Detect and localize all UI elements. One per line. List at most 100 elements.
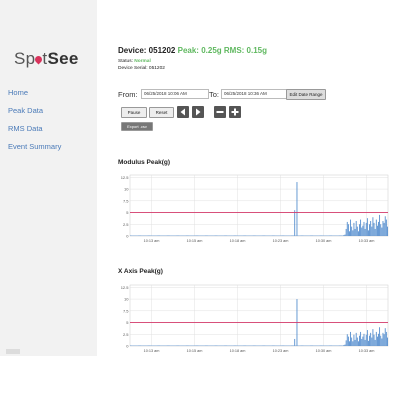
data-bar	[359, 224, 360, 236]
status-label: Status:	[118, 59, 133, 64]
data-bar	[372, 329, 374, 346]
data-bar	[381, 338, 383, 346]
data-bar	[375, 219, 377, 236]
data-bar	[379, 327, 381, 346]
y-tick-label: 7.5	[123, 198, 129, 203]
from-label: From:	[118, 90, 138, 99]
device-header: Device: 051202 Peak: 0.25g RMS: 0.15g	[118, 46, 267, 55]
data-bar	[345, 340, 347, 346]
data-bar	[374, 228, 376, 236]
data-bar	[366, 330, 368, 346]
data-bar	[358, 231, 359, 236]
data-bar	[294, 210, 296, 236]
modulus-peak-chart: 0 2.5 5 7.5 10 12.5 10:13 am 10:15 am 10:18 am 10…	[121, 174, 389, 243]
data-bar	[381, 227, 383, 236]
data-bar	[376, 225, 378, 236]
next-button[interactable]	[192, 106, 204, 118]
data-bar	[350, 219, 351, 236]
y-tick-label: 2.5	[123, 332, 129, 337]
y-tick-label: 5	[126, 320, 129, 325]
data-bar	[387, 337, 388, 346]
data-bar	[362, 336, 364, 346]
data-bar	[371, 337, 373, 346]
from-date-input[interactable]: 06/25/2018 10:06 AM	[141, 89, 209, 99]
plot-area	[129, 174, 389, 237]
data-bar	[375, 331, 377, 346]
data-bar	[347, 224, 349, 236]
status-badge: Normal	[134, 59, 151, 64]
sidebar-item-event-summary[interactable]: Event Summary	[0, 138, 97, 156]
data-bar	[355, 220, 357, 236]
data-bar	[383, 222, 385, 236]
data-bar	[352, 230, 354, 236]
data-bar	[296, 182, 298, 236]
data-bar	[363, 221, 365, 236]
data-bar	[347, 336, 349, 346]
y-tick-label: 0	[126, 344, 129, 349]
data-bar	[384, 328, 386, 346]
data-bar	[385, 219, 387, 236]
main-content: Device: 051202 Peak: 0.25g RMS: 0.15g St…	[118, 0, 400, 400]
data-bar	[387, 226, 388, 236]
x-tick-label: 10:18 am	[230, 239, 246, 243]
data-bar	[346, 221, 348, 236]
data-bar	[369, 335, 370, 346]
data-bar	[368, 340, 369, 346]
data-bar	[373, 222, 375, 236]
y-tick-label: 12.5	[121, 285, 130, 290]
edit-date-range-button[interactable]: Edit Date Range	[286, 89, 326, 100]
data-bar	[351, 337, 353, 346]
export-csv-button[interactable]: Export .csv	[121, 122, 153, 131]
data-bar	[353, 334, 355, 346]
reset-button[interactable]: Reset	[149, 107, 174, 118]
y-tick-label: 5	[126, 210, 129, 215]
chart-title-modulus-peak: Modulus Peak(g)	[118, 159, 171, 166]
y-tick-label: 12.5	[121, 175, 130, 180]
zoom-in-button[interactable]	[229, 106, 241, 118]
x-tick-label: 10:15 am	[187, 349, 203, 353]
data-bar	[372, 217, 374, 236]
data-bar	[364, 228, 366, 236]
data-bar	[355, 332, 357, 346]
data-bar	[382, 220, 384, 236]
pause-button[interactable]: Pause	[121, 107, 147, 118]
sidebar-item-rms-data[interactable]: RMS Data	[0, 120, 97, 138]
x-tick-label: 10:30 am	[316, 349, 332, 353]
x-tick-label: 10:33 am	[359, 349, 375, 353]
zoom-out-icon	[216, 111, 224, 113]
data-bar	[362, 225, 364, 236]
prev-icon	[180, 108, 185, 116]
sidebar-item-peak-data[interactable]: Peak Data	[0, 102, 97, 120]
data-bar	[344, 344, 346, 346]
data-bar	[379, 214, 381, 236]
prev-button[interactable]	[177, 106, 189, 118]
data-bar	[361, 227, 363, 236]
next-icon	[196, 108, 201, 116]
data-bar	[352, 341, 354, 346]
sidebar-nav: Home Peak Data RMS Data Event Summary	[0, 84, 97, 156]
data-bar	[384, 216, 386, 236]
x-tick-label: 10:23 am	[273, 349, 289, 353]
sidebar-resize-handle[interactable]	[6, 349, 20, 354]
data-bar	[376, 336, 378, 346]
data-bar	[359, 335, 360, 346]
data-bar	[294, 338, 296, 346]
data-bar	[350, 331, 351, 346]
data-bar	[385, 331, 387, 346]
to-date-input[interactable]: 06/25/2018 10:36 AM	[221, 89, 287, 99]
x-axis-peak-chart: 0 2.5 5 7.5 10 12.5 10:13 am 10:15 am 10:18 am 10…	[121, 284, 389, 353]
data-bar	[374, 339, 376, 346]
data-bar	[354, 228, 356, 236]
sidebar-item-home[interactable]: Home	[0, 84, 97, 102]
y-tick-label: 10	[124, 187, 129, 192]
x-tick-label: 10:30 am	[316, 239, 332, 243]
data-bar	[365, 222, 367, 236]
y-tick-label: 2.5	[123, 222, 129, 227]
plot-area	[129, 284, 389, 347]
data-bar	[378, 333, 379, 346]
data-bar	[360, 219, 362, 236]
x-tick-label: 10:13 am	[144, 349, 160, 353]
zoom-out-button[interactable]	[214, 106, 226, 118]
data-bar	[349, 231, 350, 236]
spotsee-logo[interactable]: Sp tSee	[14, 49, 79, 69]
